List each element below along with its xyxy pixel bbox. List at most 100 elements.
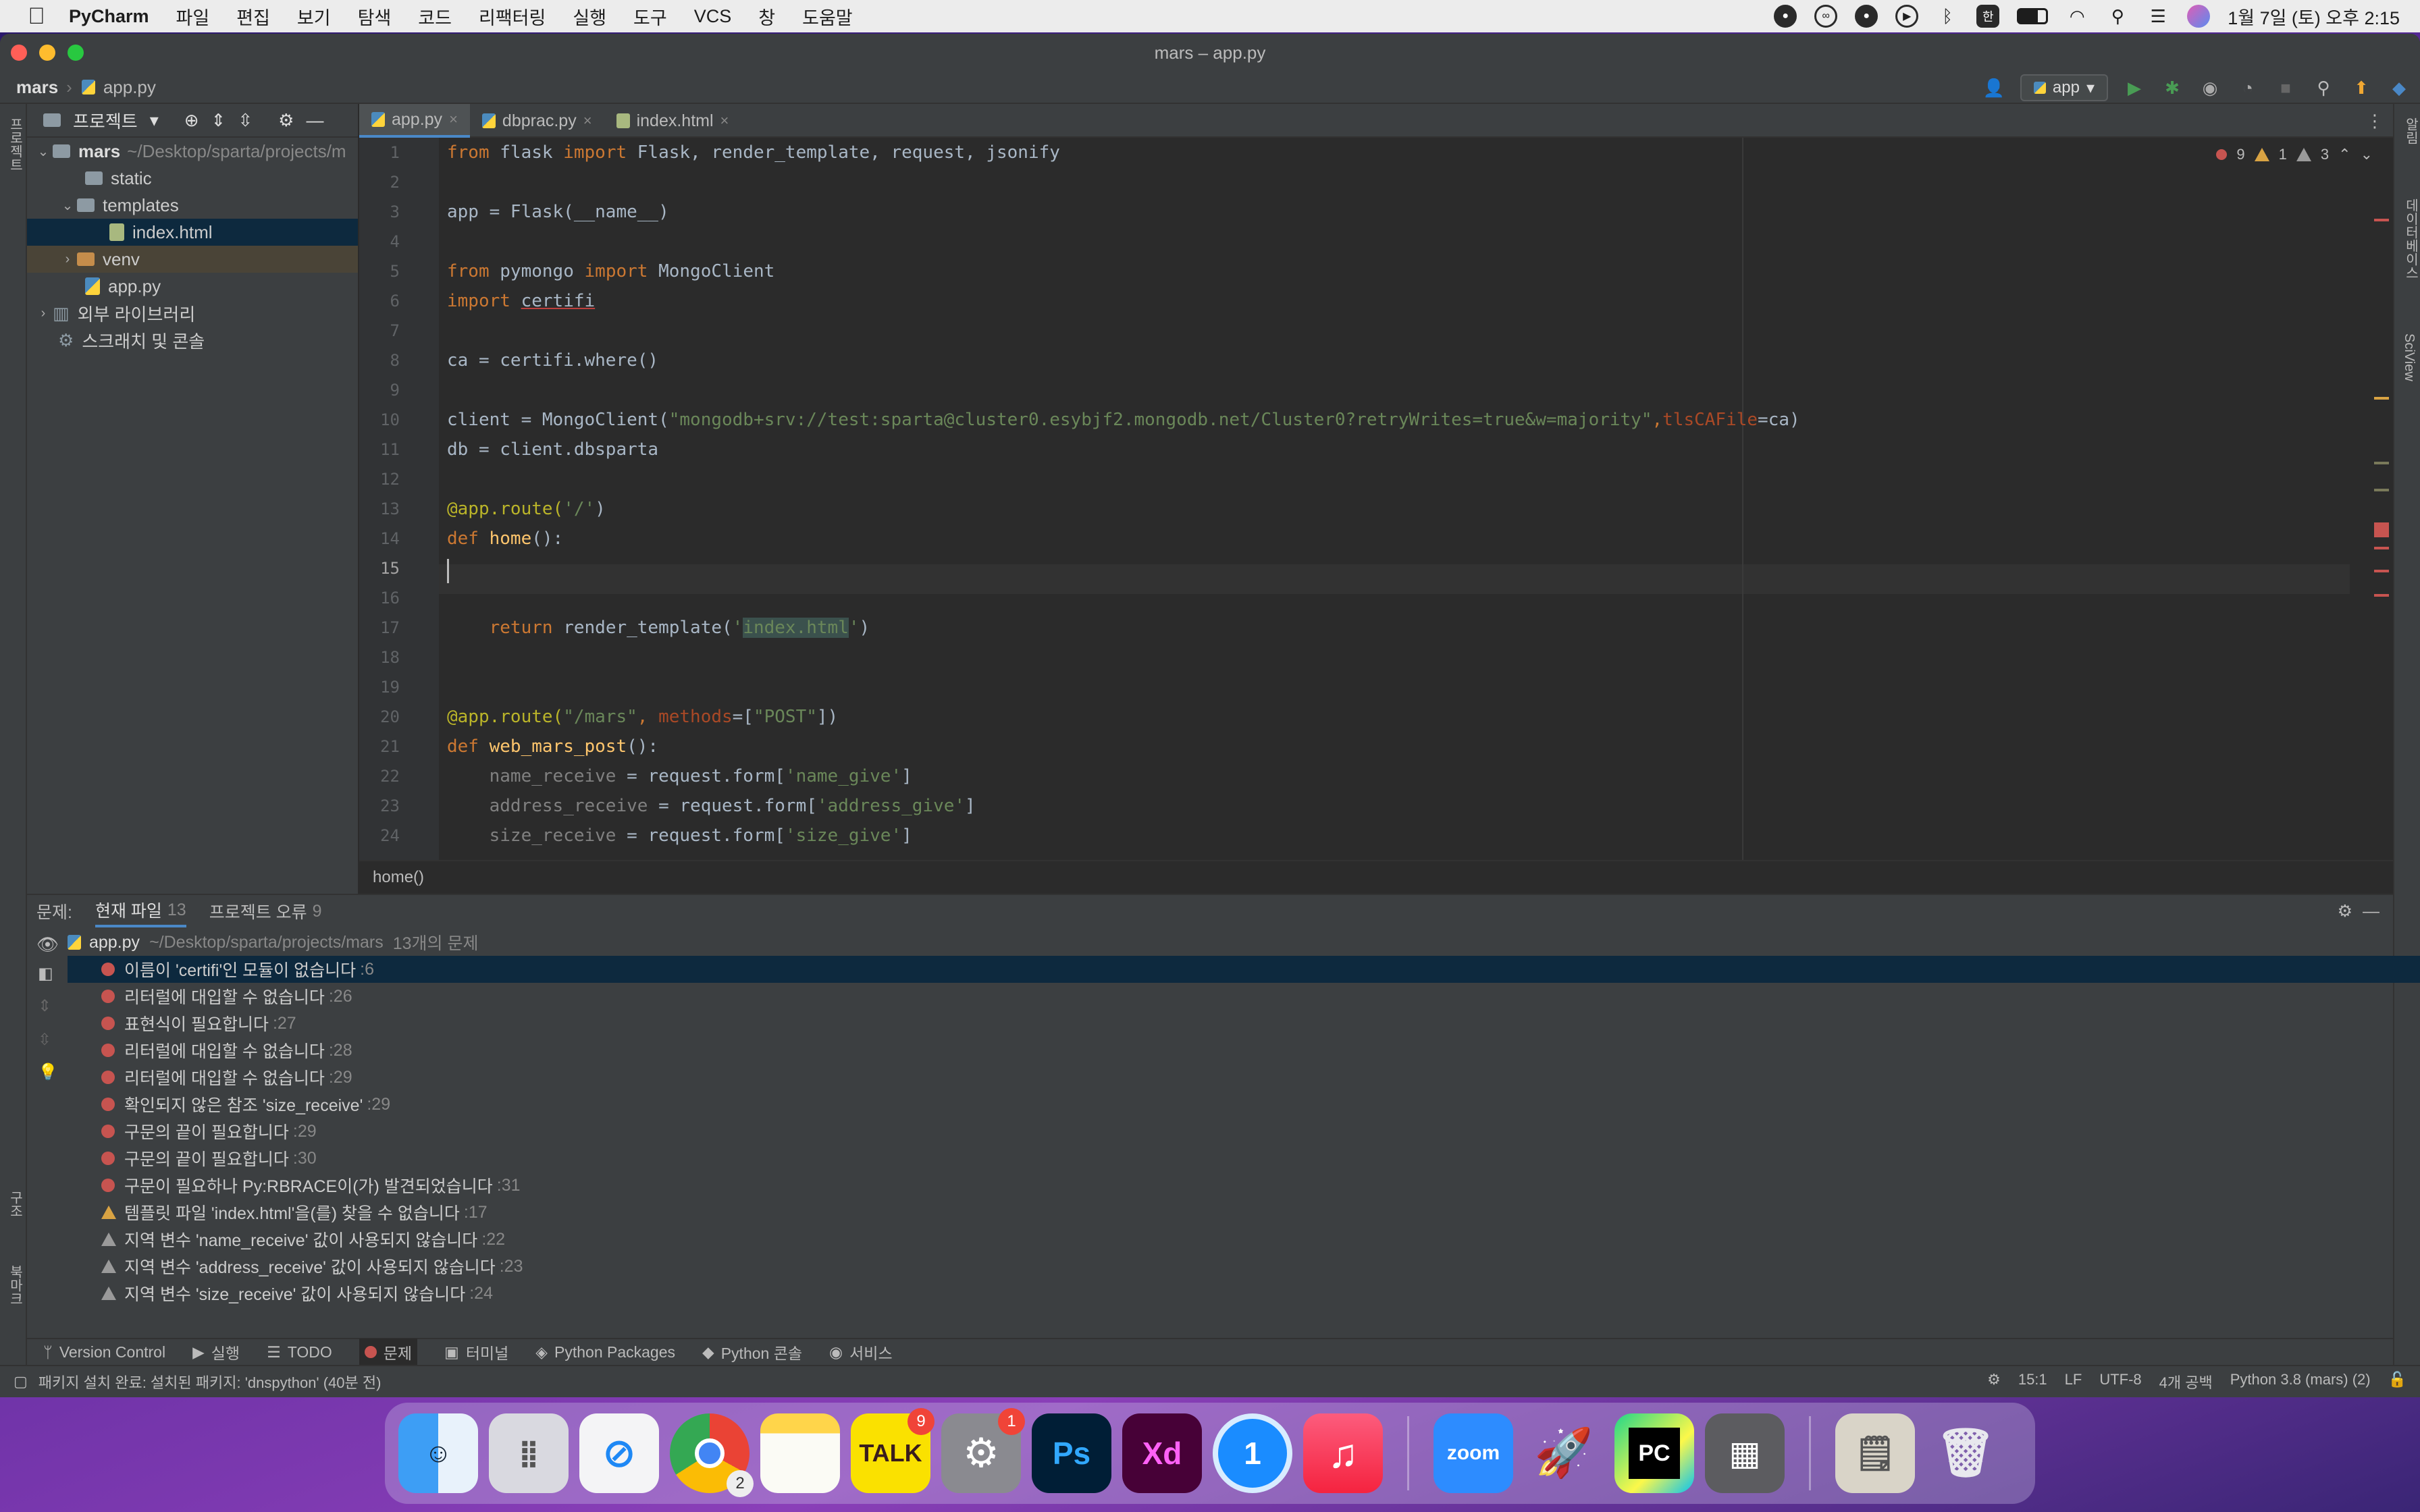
problem-item[interactable]: 리터럴에 대입할 수 없습니다:29 (68, 1064, 2420, 1091)
app-menu[interactable]: PyCharm (69, 6, 149, 27)
1password-dock-icon[interactable]: 1 (1213, 1413, 1292, 1493)
locate-file-icon[interactable]: ⊕ (184, 110, 199, 131)
launchpad-dock-icon[interactable]: ⣿ (489, 1413, 569, 1493)
collapse-all-icon[interactable]: ⇳ (38, 1030, 51, 1050)
scrollbar-error-mark[interactable] (2374, 570, 2389, 572)
chevron-right-icon[interactable]: › (58, 252, 77, 267)
update-icon[interactable]: ⬆ (2350, 76, 2373, 99)
bluetooth-icon[interactable]: ᛒ (1936, 5, 1959, 28)
version-control-tool-button[interactable]: ᛘ Version Control (43, 1343, 165, 1361)
tab-project-errors[interactable]: 프로젝트 오류 9 (209, 895, 322, 927)
problem-item[interactable]: 리터럴에 대입할 수 없습니다:28 (68, 1037, 2420, 1064)
tree-item-external-libraries[interactable]: › ▥ 외부 라이브러리 (27, 300, 358, 327)
chevron-down-icon[interactable]: ⌄ (34, 143, 53, 160)
scrollbar-error-mark[interactable] (2374, 522, 2389, 537)
tree-item-mars[interactable]: ⌄ mars ~/Desktop/sparta/projects/m (27, 138, 358, 165)
collapse-all-icon[interactable]: ⇳ (238, 110, 253, 131)
system-preferences-dock-icon[interactable]: ⚙ 1 (941, 1408, 1025, 1493)
zoom-window-button[interactable] (68, 45, 84, 61)
input-source-icon[interactable]: 한 (1976, 5, 2000, 28)
chevron-down-icon[interactable]: ⌄ (2361, 146, 2373, 163)
menu-run[interactable]: 실행 (573, 3, 606, 30)
lock-icon[interactable]: 🔓 (2388, 1371, 2406, 1393)
expand-all-icon[interactable]: ⇕ (211, 110, 226, 131)
siri-icon[interactable] (2187, 5, 2211, 28)
trash-dock-icon[interactable]: 🗑 (1926, 1413, 2005, 1493)
close-tab-icon[interactable]: × (449, 111, 458, 128)
indent-setting[interactable]: 4개 공백 (2159, 1371, 2213, 1393)
sciview-tool-button[interactable]: SciView (2401, 333, 2417, 381)
tree-item-scratches[interactable]: ⚙ 스크래치 및 콘솔 (27, 327, 358, 354)
chevron-down-icon[interactable]: ▾ (150, 110, 159, 131)
problem-item[interactable]: 지역 변수 'address_receive' 값이 사용되지 않습니다:23 (68, 1253, 2420, 1280)
problem-item[interactable]: 지역 변수 'name_receive' 값이 사용되지 않습니다:22 (68, 1226, 2420, 1253)
notes-dock-icon[interactable] (760, 1413, 840, 1493)
menu-navigate[interactable]: 탐색 (358, 3, 392, 30)
code-editor[interactable]: 1 2 3 4 5 6 7 8 9 10 11 12 13 14 15 16 1… (359, 138, 2393, 860)
menu-refactor[interactable]: 리팩터링 (479, 3, 546, 30)
hide-panel-icon[interactable]: — (2363, 902, 2379, 921)
minimize-window-button[interactable] (39, 45, 55, 61)
wifi-icon[interactable]: ◠ (2066, 5, 2088, 28)
calculator-dock-icon[interactable]: ▦ (1705, 1413, 1785, 1493)
run-configuration-select[interactable]: app ▾ (2020, 74, 2108, 101)
status-message[interactable]: 패키지 설치 완료: 설치된 패키지: 'dnspython' (40분 전) (38, 1371, 382, 1393)
gear-icon[interactable]: ⚙ (2338, 901, 2352, 921)
lightbulb-icon[interactable]: 💡 (38, 1062, 58, 1082)
terminal-tool-button[interactable]: ▣ 터미널 (444, 1341, 508, 1364)
problem-item[interactable]: 구문의 끝이 필요합니다:29 (68, 1118, 2420, 1145)
menu-view[interactable]: 보기 (297, 3, 331, 30)
profile-icon[interactable]: ◔ (2236, 76, 2259, 99)
chevron-down-icon[interactable]: ⌄ (58, 197, 77, 214)
problem-item[interactable]: 표현식이 필요합니다:27 (68, 1010, 2420, 1037)
chevron-right-icon[interactable]: › (34, 306, 53, 321)
eye-icon[interactable]: 👁 (36, 934, 59, 955)
services-tool-button[interactable]: ◉ 서비스 (829, 1341, 893, 1364)
menu-vcs[interactable]: VCS (694, 6, 732, 27)
status-panel-icon[interactable]: ▢ (14, 1373, 28, 1390)
zoom-status-icon[interactable]: ● (1774, 5, 1797, 28)
preview-dock-icon[interactable]: 🗒 (1835, 1413, 1915, 1493)
problem-item[interactable]: 구문이 필요하나 Py:RBRACE이(가) 발견되었습니다:31 (68, 1172, 2420, 1199)
code-with-me-icon[interactable]: ◆ (2388, 76, 2411, 99)
menu-edit[interactable]: 편집 (236, 3, 270, 30)
safari-dock-icon[interactable]: ⊘ (579, 1413, 659, 1493)
line-separator[interactable]: LF (2065, 1371, 2082, 1393)
music-dock-icon[interactable]: ♫ (1303, 1413, 1383, 1493)
menu-window[interactable]: 창 (758, 3, 775, 30)
menu-tools[interactable]: 도구 (633, 3, 667, 30)
problem-item[interactable]: 템플릿 파일 'index.html'을(를) 찾을 수 없습니다:17 (68, 1199, 2420, 1226)
spotlight-search-icon[interactable]: ⚲ (2106, 5, 2129, 28)
python-console-tool-button[interactable]: ◆ Python 콘솔 (702, 1341, 802, 1364)
problem-item[interactable]: 구문의 끝이 필요합니다:30 (68, 1145, 2420, 1172)
chevron-up-icon[interactable]: ⌃ (2338, 146, 2350, 163)
tab-index-html[interactable]: index.html × (604, 104, 741, 138)
finder-dock-icon[interactable]: ☺ (398, 1413, 478, 1493)
problems-file-row[interactable]: app.py ~/Desktop/sparta/projects/mars 13… (68, 929, 2420, 956)
problem-item[interactable]: 리터럴에 대입할 수 없습니다:26 (68, 983, 2420, 1010)
caret-position[interactable]: 15:1 (2018, 1371, 2047, 1393)
menu-file[interactable]: 파일 (176, 3, 210, 30)
notifications-tool-button[interactable]: 알림 (2401, 117, 2420, 144)
creative-cloud-icon[interactable]: ∞ (1814, 5, 1838, 28)
python-packages-tool-button[interactable]: ◈ Python Packages (535, 1343, 675, 1361)
play-status-icon[interactable]: ▶ (1895, 5, 1919, 28)
problem-item[interactable]: 이름이 'certifi'인 모듈이 없습니다:6 (68, 956, 2420, 983)
tree-item-static[interactable]: static (27, 165, 358, 192)
todo-tool-button[interactable]: ☰ TODO (267, 1343, 332, 1361)
stop-icon[interactable]: ■ (2274, 76, 2297, 99)
expand-all-icon[interactable]: ⇕ (38, 996, 51, 1016)
problems-tool-button[interactable]: 문제 (359, 1339, 418, 1366)
scrollbar-error-mark[interactable] (2374, 219, 2389, 221)
tab-current-file[interactable]: 현재 파일 13 (95, 895, 186, 927)
scrollbar-error-mark[interactable] (2374, 547, 2389, 549)
scrollbar-weak-mark[interactable] (2374, 489, 2389, 491)
menu-code[interactable]: 코드 (418, 3, 452, 30)
tab-app-py[interactable]: app.py × (359, 104, 470, 138)
scrollbar-weak-mark[interactable] (2374, 462, 2389, 464)
hide-panel-icon[interactable]: — (306, 110, 323, 131)
user-icon[interactable]: 👤 (1982, 76, 2005, 99)
rocket-dock-icon[interactable]: 🚀 (1524, 1413, 1604, 1493)
breadcrumb-file[interactable]: app.py (103, 77, 156, 98)
remote-icon[interactable]: ⚙ (1987, 1371, 2001, 1393)
